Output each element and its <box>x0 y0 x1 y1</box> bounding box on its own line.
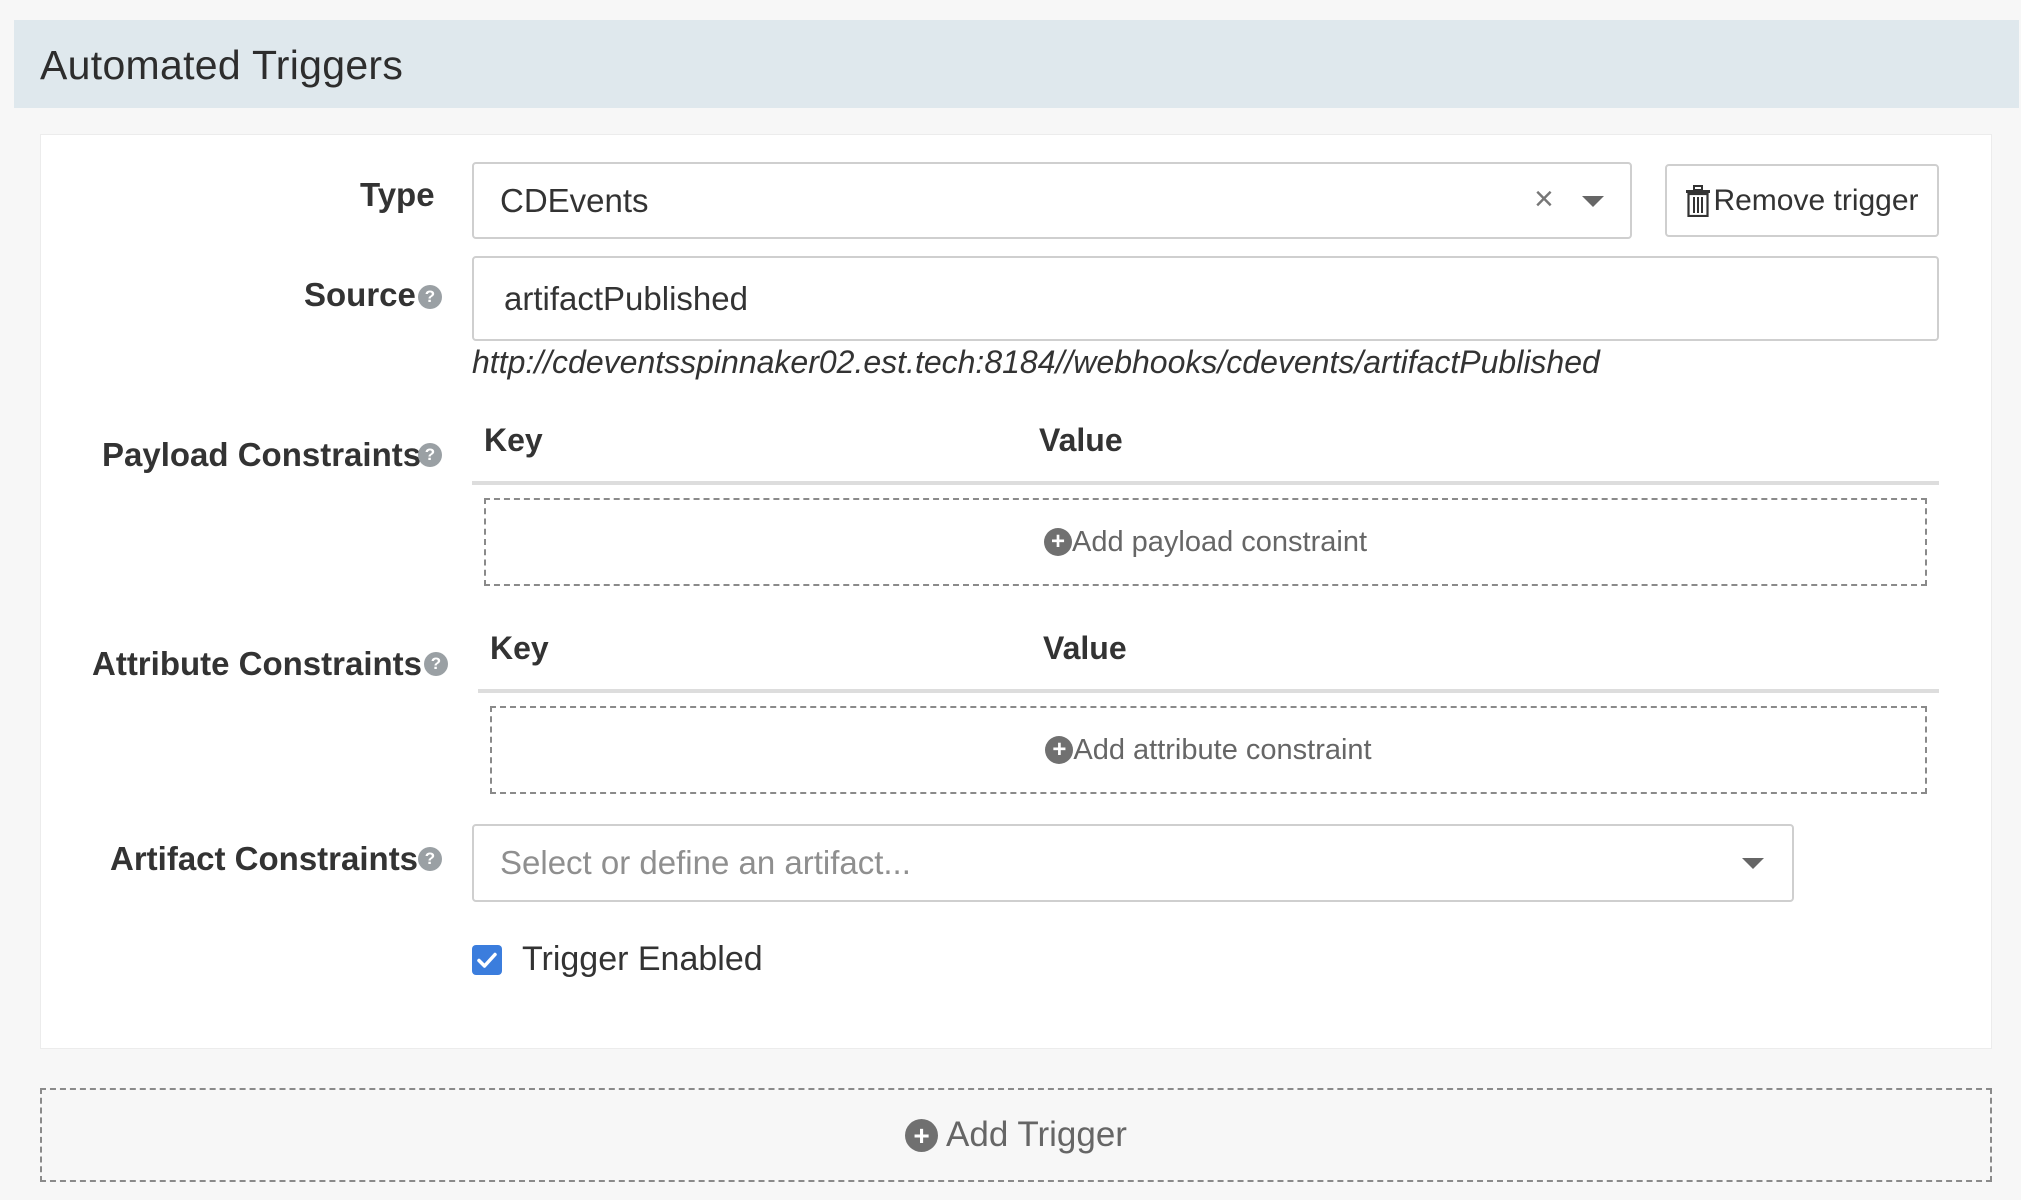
payload-key-header: Key <box>484 422 543 458</box>
plus-circle-icon: + <box>1045 736 1074 764</box>
remove-trigger-label: Remove trigger <box>1713 183 1919 217</box>
type-select-value: CDEvents <box>500 182 649 219</box>
add-trigger-label: Add Trigger <box>946 1115 1127 1154</box>
plus-circle-icon: + <box>1043 528 1072 556</box>
add-trigger-button[interactable]: + Add Trigger <box>40 1088 1992 1182</box>
add-attribute-constraint-label: Add attribute constraint <box>1073 733 1372 766</box>
attribute-constraints-label: Attribute Constraints <box>92 645 422 682</box>
question-circle-icon[interactable]: ? <box>418 443 442 467</box>
payload-constraints-label: Payload Constraints <box>102 436 422 473</box>
section-title: Automated Triggers <box>40 42 404 88</box>
question-circle-icon[interactable]: ? <box>418 285 442 309</box>
checkmark-icon <box>477 952 497 968</box>
source-input[interactable] <box>472 256 1939 341</box>
type-label: Type <box>360 176 435 213</box>
attribute-value-header: Value <box>1043 630 1127 666</box>
add-payload-constraint-button[interactable]: + Add payload constraint <box>484 498 1927 586</box>
payload-value-header: Value <box>1039 422 1123 458</box>
question-circle-icon[interactable]: ? <box>418 847 442 871</box>
artifact-constraints-label: Artifact Constraints <box>110 840 419 877</box>
source-label: Source <box>304 276 416 313</box>
attribute-header-rule <box>478 689 1939 693</box>
plus-circle-icon: + <box>905 1118 939 1152</box>
payload-header-rule <box>472 481 1939 485</box>
trigger-enabled-label: Trigger Enabled <box>522 940 763 978</box>
trigger-enabled-checkbox[interactable] <box>472 945 502 975</box>
artifact-select[interactable]: Select or define an artifact... <box>472 824 1794 902</box>
close-icon[interactable]: × <box>1534 182 1554 216</box>
chevron-down-icon[interactable] <box>1742 858 1764 869</box>
attribute-key-header: Key <box>490 630 549 666</box>
question-circle-icon[interactable]: ? <box>424 652 448 676</box>
type-select[interactable]: CDEvents × <box>472 162 1632 239</box>
trash-icon <box>1686 184 1711 217</box>
artifact-select-placeholder: Select or define an artifact... <box>500 844 911 881</box>
chevron-down-icon[interactable] <box>1582 196 1604 207</box>
source-url-hint: http://cdeventsspinnaker02.est.tech:8184… <box>472 344 1600 380</box>
add-payload-constraint-label: Add payload constraint <box>1071 525 1368 558</box>
remove-trigger-button[interactable]: Remove trigger <box>1665 164 1939 237</box>
section-header: Automated Triggers <box>14 20 2019 108</box>
add-attribute-constraint-button[interactable]: + Add attribute constraint <box>490 706 1927 794</box>
